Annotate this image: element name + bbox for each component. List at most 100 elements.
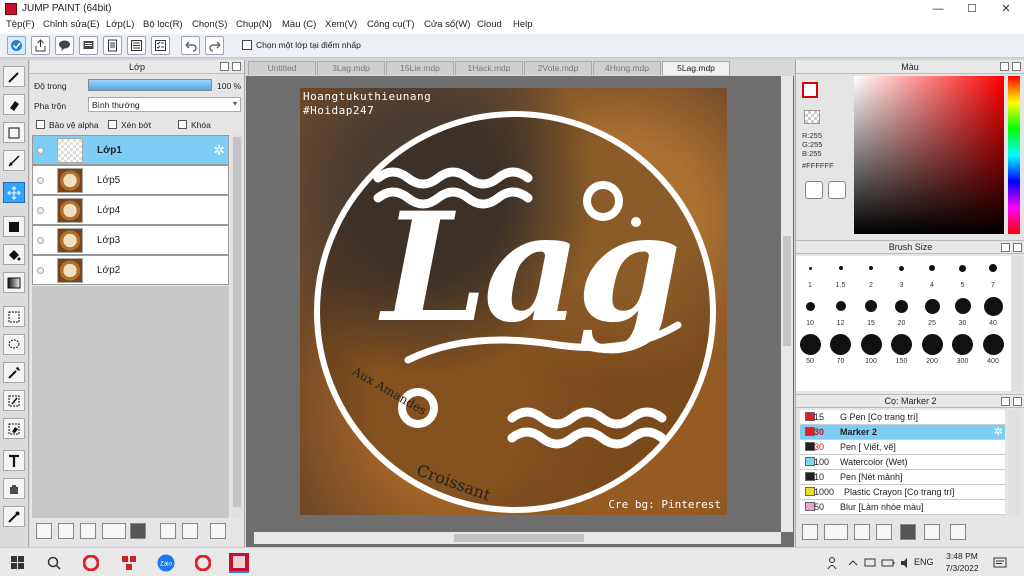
tab-2vote[interactable]: 2Vote.mdp [524, 61, 592, 75]
note-button[interactable] [79, 36, 98, 55]
brush-menu-button[interactable] [824, 524, 848, 540]
artwork-canvas[interactable]: Hoangtukuthieunang #Hoidap247 Lag Aux Am… [300, 88, 727, 515]
cloud-sync-button[interactable] [7, 36, 26, 55]
new-1bit-layer-button[interactable] [80, 523, 96, 539]
tool-lasso[interactable] [3, 334, 25, 355]
layer-item-lop5[interactable]: Lớp5 [32, 165, 229, 195]
minimize-button[interactable]: — [921, 0, 955, 18]
visibility-eye-icon[interactable] [37, 237, 44, 244]
brush-size-dot[interactable] [959, 264, 966, 272]
tool-eraser[interactable] [3, 94, 25, 115]
horizontal-scroll-thumb[interactable] [454, 534, 584, 542]
tool-gradient[interactable] [3, 272, 25, 293]
brush-size-dot[interactable] [924, 298, 940, 314]
folder-icon[interactable] [130, 523, 146, 539]
visibility-eye-icon[interactable] [37, 147, 44, 154]
tool-magic-wand[interactable] [3, 362, 25, 383]
brush-item-pen[interactable]: 30 Pen [ Viết, vẽ] [800, 440, 1005, 455]
brush-size-dot[interactable] [929, 265, 935, 271]
close-button[interactable]: ✕ [989, 0, 1023, 18]
menu-cloud[interactable]: Cloud [477, 19, 502, 30]
windows-start-icon[interactable] [8, 553, 28, 573]
page-button[interactable] [103, 36, 122, 55]
primary-color-swatch[interactable] [802, 82, 818, 98]
brush-item-crayon[interactable]: 1000 Plastic Crayon [Cọ trang trí] [800, 485, 1005, 500]
tab-5lag[interactable]: 5Lag.mdp [662, 61, 730, 75]
brush-item-gpen[interactable]: 15 G Pen [Cọ trang trí] [800, 410, 1005, 425]
brush-export-button[interactable] [876, 524, 892, 540]
brush-size-dot[interactable] [830, 333, 851, 355]
collapse-panel-icon[interactable] [232, 62, 241, 71]
brush-size-dot[interactable] [860, 333, 882, 355]
brush-size-dot[interactable] [899, 265, 904, 271]
tool-select-eraser[interactable] [3, 418, 25, 439]
brush-size-dot[interactable] [891, 333, 912, 355]
float-panel-icon[interactable] [1001, 397, 1010, 406]
brush-duplicate-button[interactable] [924, 524, 940, 540]
notification-icon[interactable] [990, 553, 1010, 573]
trash-icon[interactable] [210, 523, 226, 539]
hue-slider[interactable] [1008, 76, 1020, 234]
maximize-button[interactable]: ☐ [955, 0, 989, 18]
tab-4hong[interactable]: 4Hong.mdp [593, 61, 661, 75]
brush-size-dot[interactable] [921, 333, 943, 355]
protect-alpha-checkbox[interactable] [36, 120, 45, 129]
blend-select[interactable]: Bình thường ▾ [88, 97, 241, 112]
brush-item-fine-pen[interactable]: 10 Pen [Nét mảnh] [800, 470, 1005, 485]
visibility-eye-icon[interactable] [37, 267, 44, 274]
layer-item-lop2[interactable]: Lớp2 [32, 255, 229, 285]
people-icon[interactable] [826, 553, 842, 573]
brush-size-dot[interactable] [799, 333, 821, 355]
gear-icon[interactable]: ✲ [994, 425, 1003, 439]
brush-size-dot[interactable] [952, 333, 973, 355]
gear-icon[interactable]: ✲ [213, 142, 225, 159]
visibility-eye-icon[interactable] [37, 177, 44, 184]
menu-capture[interactable]: Chụp(N) [236, 19, 272, 30]
brush-size-dot[interactable] [989, 264, 997, 272]
lock-checkbox[interactable] [178, 120, 187, 129]
menu-view[interactable]: Xem(V) [325, 19, 357, 30]
vertical-scroll-thumb[interactable] [783, 236, 791, 346]
new-brush-button[interactable] [802, 524, 818, 540]
brush-size-dot[interactable] [835, 301, 846, 311]
trash-icon[interactable] [950, 524, 966, 540]
menu-layer[interactable]: Lớp(L) [106, 19, 134, 30]
brush-size-dot[interactable] [954, 298, 971, 314]
brush-item-blur[interactable]: 50 Blur [Làm nhòe màu] [800, 500, 1005, 515]
brush-list-scrollbar[interactable] [1008, 410, 1020, 515]
saturation-value-picker[interactable] [854, 76, 1004, 234]
comment-button[interactable] [55, 36, 74, 55]
tool-select-pen[interactable] [3, 390, 25, 411]
transparent-color-swatch[interactable] [804, 110, 820, 124]
tool-pen[interactable] [3, 66, 25, 87]
tool-text[interactable] [3, 450, 25, 471]
duplicate-layer-button[interactable] [160, 523, 176, 539]
tool-line[interactable] [3, 150, 25, 171]
opera-browser-icon[interactable] [81, 553, 101, 573]
list-button[interactable] [127, 36, 146, 55]
menu-window[interactable]: Cửa sổ(W) [424, 19, 470, 30]
menu-color[interactable]: Màu (C) [282, 19, 316, 30]
opera-gx-icon[interactable] [193, 553, 213, 573]
tool-eyedropper[interactable] [3, 506, 25, 527]
brush-size-dot[interactable] [808, 266, 812, 270]
visibility-eye-icon[interactable] [37, 207, 44, 214]
float-panel-icon[interactable] [1000, 62, 1009, 71]
brush-size-scrollbar[interactable] [1011, 256, 1023, 391]
tool-fill-rect[interactable] [3, 216, 25, 237]
brush-size-dot[interactable] [865, 300, 877, 312]
clock[interactable]: 3:48 PM 7/3/2022 [944, 551, 980, 573]
clipping-checkbox[interactable] [108, 120, 117, 129]
canvas-horizontal-scrollbar[interactable] [254, 532, 781, 544]
brush-item-marker2[interactable]: 30 Marker 2 ✲ [800, 425, 1005, 440]
layer-item-lop1[interactable]: Lớp1 ✲ [32, 135, 229, 165]
menu-file[interactable]: Tệp(F) [6, 19, 35, 30]
brush-size-dot[interactable] [983, 296, 1003, 316]
brush-size-dot[interactable] [869, 266, 873, 270]
reference-checkbox[interactable] [242, 40, 252, 50]
collapse-panel-icon[interactable] [1013, 397, 1022, 406]
tool-select-rect[interactable] [3, 306, 25, 327]
brush-size-dot[interactable] [805, 301, 815, 311]
search-icon[interactable] [44, 553, 64, 573]
jump-paint-task-icon[interactable] [229, 553, 249, 573]
